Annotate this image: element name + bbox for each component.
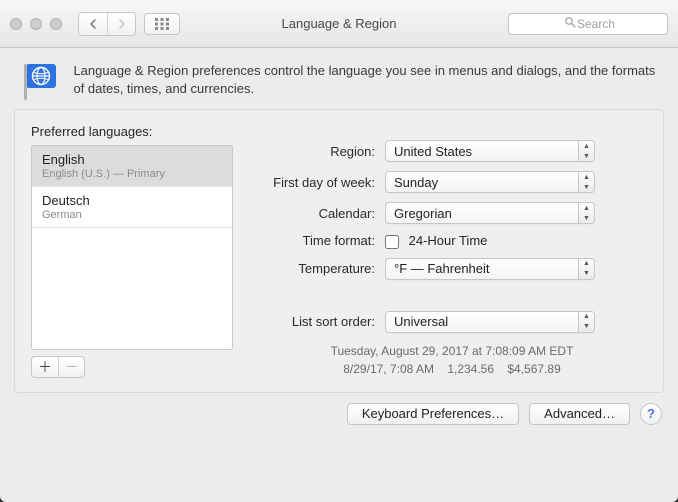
preferred-languages-label: Preferred languages: xyxy=(31,124,233,139)
calendar-value: Gregorian xyxy=(385,202,595,224)
chevron-updown-icon: ▲▼ xyxy=(578,203,594,223)
main-content: Preferred languages: English English (U.… xyxy=(14,109,664,393)
close-icon[interactable] xyxy=(10,18,22,30)
forward-button[interactable] xyxy=(107,13,135,35)
chevron-updown-icon: ▲▼ xyxy=(578,141,594,161)
search-input[interactable] xyxy=(508,13,668,35)
window-controls xyxy=(10,18,62,30)
region-label: Region: xyxy=(257,144,385,159)
keyboard-preferences-button[interactable]: Keyboard Preferences… xyxy=(347,403,519,425)
chevron-updown-icon: ▲▼ xyxy=(578,172,594,192)
language-sub: English (U.S.) — Primary xyxy=(42,168,222,180)
languages-column: Preferred languages: English English (U.… xyxy=(31,122,233,378)
list-sort-label: List sort order: xyxy=(257,314,385,329)
minimize-icon[interactable] xyxy=(30,18,42,30)
24hour-label: 24-Hour Time xyxy=(409,233,488,248)
nav-back-forward xyxy=(78,12,136,36)
calendar-label: Calendar: xyxy=(257,206,385,221)
list-sort-value: Universal xyxy=(385,311,595,333)
search-wrap xyxy=(508,13,668,35)
chevron-updown-icon: ▲▼ xyxy=(578,259,594,279)
advanced-button[interactable]: Advanced… xyxy=(529,403,630,425)
list-item[interactable]: English English (U.S.) — Primary xyxy=(32,146,232,187)
temperature-label: Temperature: xyxy=(257,261,385,276)
example-line-2: 8/29/17, 7:08 AM 1,234.56 $4,567.89 xyxy=(257,360,647,378)
first-day-label: First day of week: xyxy=(257,175,385,190)
remove-language-button[interactable]: － xyxy=(58,357,84,377)
list-item[interactable]: Deutsch German xyxy=(32,187,232,228)
titlebar: Language & Region xyxy=(0,0,678,48)
calendar-popup[interactable]: Gregorian ▲▼ xyxy=(385,202,595,224)
language-name: Deutsch xyxy=(42,193,222,208)
first-day-value: Sunday xyxy=(385,171,595,193)
footer: Keyboard Preferences… Advanced… ? xyxy=(0,403,678,437)
header-description: Language & Region preferences control th… xyxy=(73,62,656,97)
help-button[interactable]: ? xyxy=(640,403,662,425)
time-format-label: Time format: xyxy=(257,233,385,248)
back-button[interactable] xyxy=(79,13,107,35)
add-remove-group: ＋ － xyxy=(31,356,85,378)
time-format-checkbox-row: 24-Hour Time xyxy=(385,233,487,249)
languages-list[interactable]: English English (U.S.) — Primary Deutsch… xyxy=(31,145,233,350)
prefs-window: Language & Region Language & Region pref… xyxy=(0,0,678,502)
region-popup[interactable]: United States ▲▼ xyxy=(385,140,595,162)
language-name: English xyxy=(42,152,222,167)
header-description-row: Language & Region preferences control th… xyxy=(0,48,678,109)
format-examples: Tuesday, August 29, 2017 at 7:08:09 AM E… xyxy=(257,342,647,378)
temperature-value: °F — Fahrenheit xyxy=(385,258,595,280)
add-language-button[interactable]: ＋ xyxy=(32,357,58,377)
24hour-checkbox[interactable] xyxy=(385,235,399,249)
first-day-popup[interactable]: Sunday ▲▼ xyxy=(385,171,595,193)
region-value: United States xyxy=(385,140,595,162)
settings-column: Region: United States ▲▼ First day of we… xyxy=(257,122,647,378)
list-sort-popup[interactable]: Universal ▲▼ xyxy=(385,311,595,333)
show-all-button[interactable] xyxy=(144,13,180,35)
pane-icon xyxy=(22,62,55,96)
zoom-icon[interactable] xyxy=(50,18,62,30)
temperature-popup[interactable]: °F — Fahrenheit ▲▼ xyxy=(385,258,595,280)
example-line-1: Tuesday, August 29, 2017 at 7:08:09 AM E… xyxy=(257,342,647,360)
language-sub: German xyxy=(42,209,222,221)
chevron-updown-icon: ▲▼ xyxy=(578,312,594,332)
grid-icon xyxy=(155,18,169,30)
